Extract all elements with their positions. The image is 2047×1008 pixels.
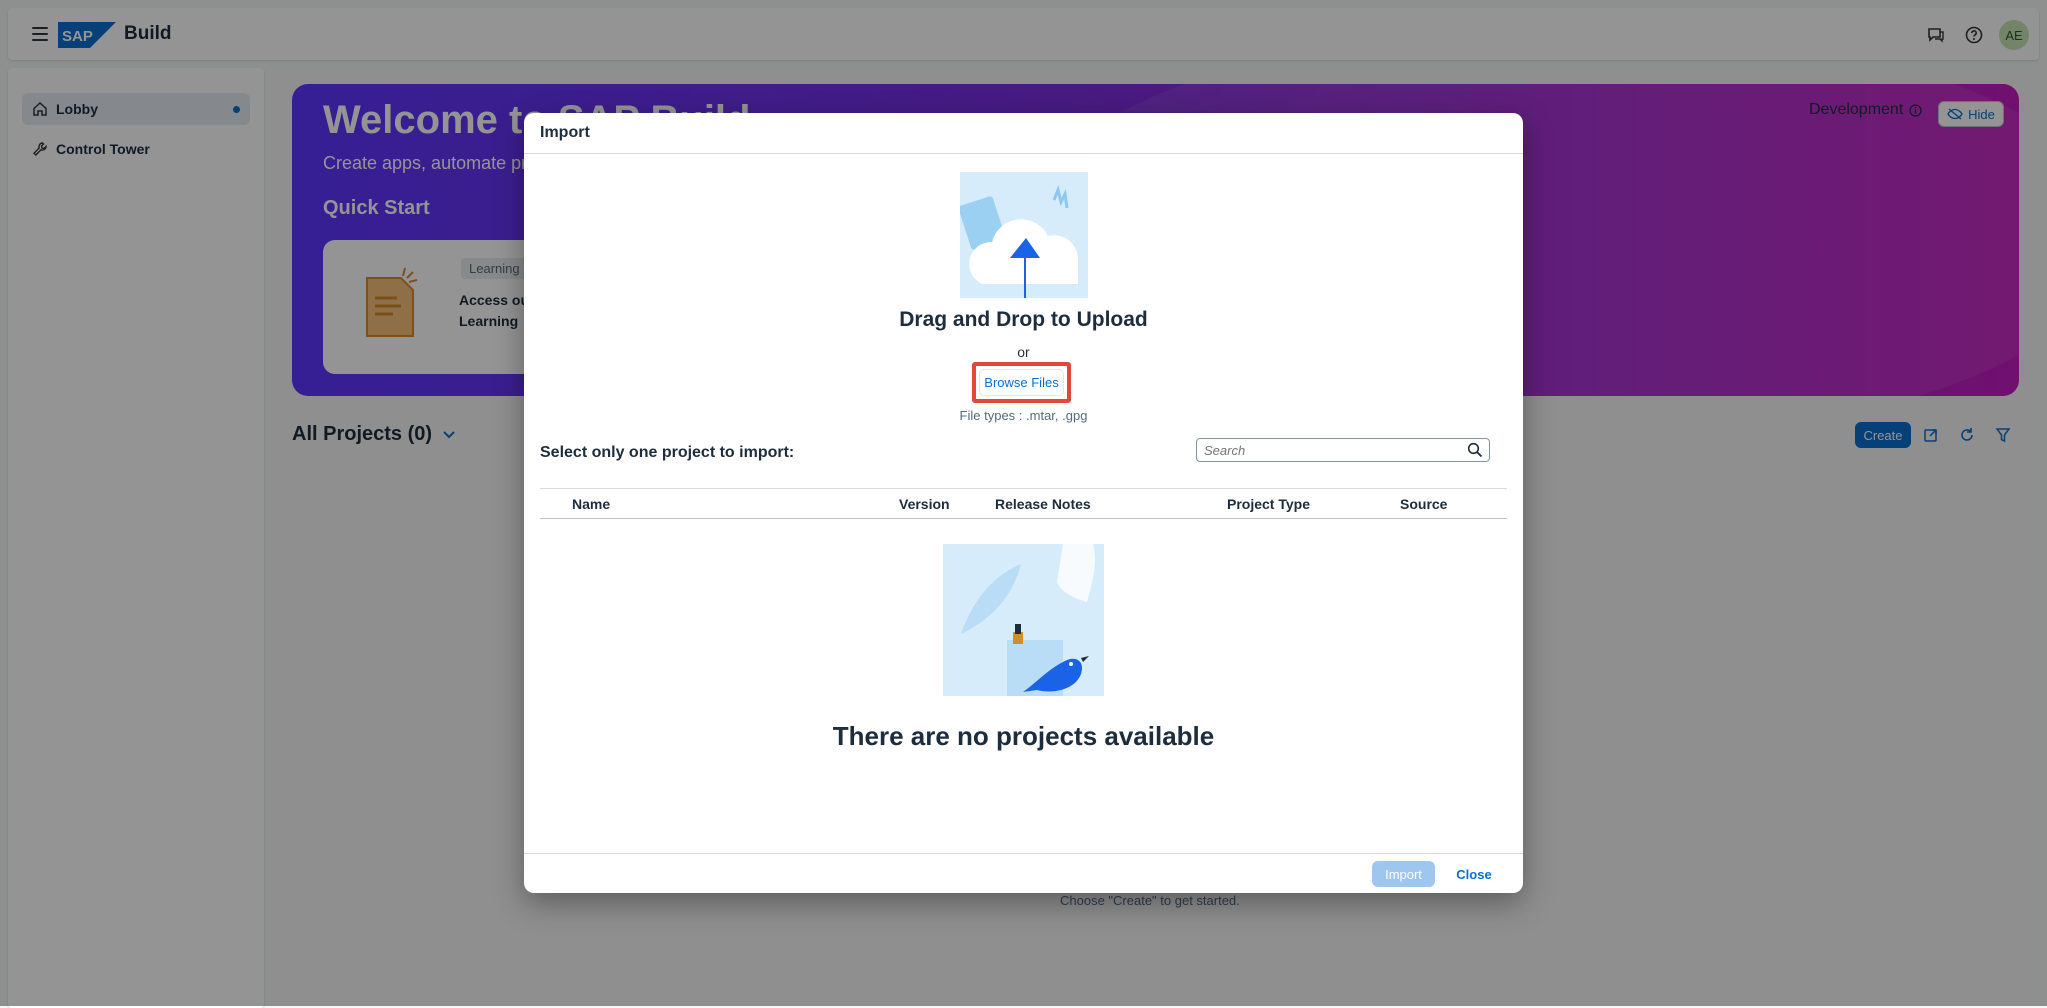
- import-button[interactable]: Import: [1372, 861, 1435, 887]
- drag-drop-text: Drag and Drop to Upload: [899, 308, 1148, 331]
- search-input[interactable]: [1204, 442, 1454, 458]
- close-button[interactable]: Close: [1446, 861, 1502, 887]
- browse-files-button[interactable]: Browse Files: [979, 369, 1064, 396]
- column-project-type[interactable]: Project Type: [1227, 496, 1310, 512]
- dialog-header: Import: [524, 113, 1523, 154]
- import-dialog: Import Drag and Drop to Upload or Browse…: [524, 113, 1523, 893]
- search-field[interactable]: [1196, 438, 1490, 462]
- file-types-text: File types : .mtar, .gpg: [959, 408, 1088, 423]
- select-project-label: Select only one project to import:: [540, 444, 795, 461]
- no-projects-text: There are no projects available: [832, 721, 1215, 751]
- column-name[interactable]: Name: [572, 496, 610, 512]
- browse-files-highlight: Browse Files: [972, 362, 1071, 403]
- column-version[interactable]: Version: [899, 496, 950, 512]
- upload-cloud-illustration[interactable]: [960, 172, 1088, 298]
- empty-bird-illustration: [943, 544, 1104, 696]
- search-icon[interactable]: [1467, 442, 1483, 458]
- column-source[interactable]: Source: [1400, 496, 1447, 512]
- column-release-notes[interactable]: Release Notes: [995, 496, 1091, 512]
- dialog-title: Import: [540, 124, 590, 141]
- table-header: Name Version Release Notes Project Type …: [540, 488, 1507, 519]
- or-text: or: [1017, 344, 1030, 360]
